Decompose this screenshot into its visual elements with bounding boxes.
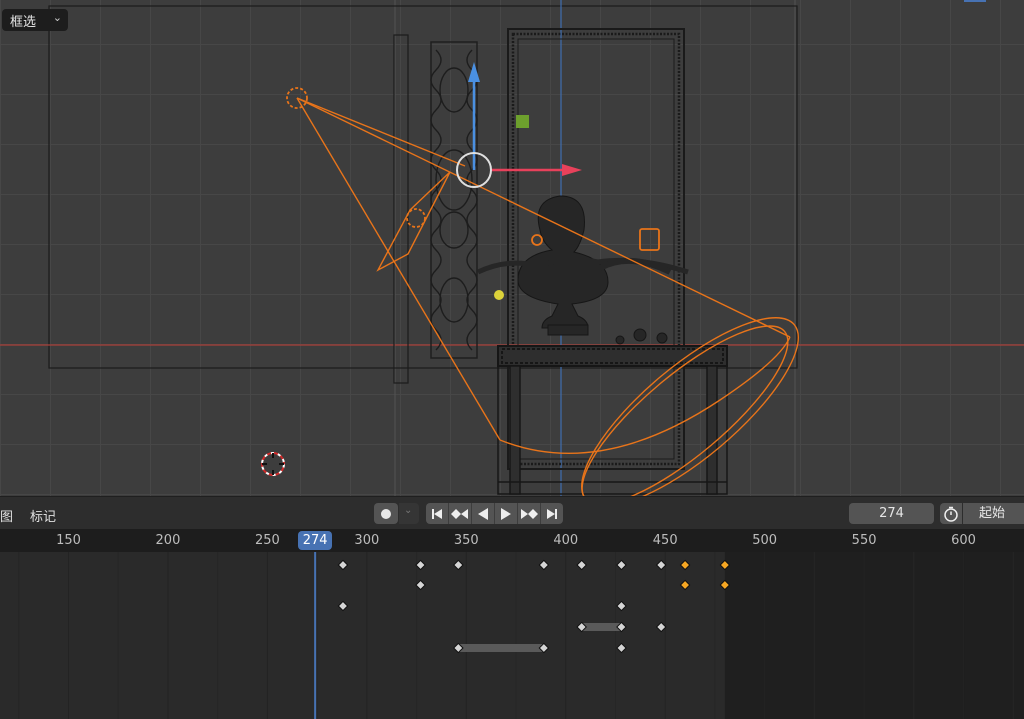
- chevron-down-icon: ⌄: [404, 505, 413, 516]
- current-frame-field[interactable]: 274: [849, 503, 934, 524]
- play-reverse-button[interactable]: [472, 503, 495, 524]
- ruler-tick-label: 450: [652, 533, 678, 548]
- jump-to-start-button[interactable]: [426, 503, 449, 524]
- playback-controls: [426, 503, 563, 524]
- blender-window: 框选 ⌄ 图 标记 ⌄ 274 起始 150 200 250 300 350 4…: [0, 0, 1024, 719]
- playhead-frame-label[interactable]: 274: [298, 531, 333, 550]
- keyframe: [655, 559, 667, 571]
- keyframe: [616, 559, 627, 571]
- ornate-column: [430, 41, 478, 359]
- keyframe: [538, 559, 550, 571]
- next-keyframe-button[interactable]: [518, 503, 541, 524]
- ruler-tick-label: 550: [851, 533, 877, 548]
- play-reverse-icon: [478, 507, 488, 520]
- previous-keyframe-button[interactable]: [449, 503, 472, 524]
- timeline-header: 图 标记 ⌄ 274 起始: [0, 496, 1024, 529]
- play-icon: [501, 507, 511, 520]
- out-of-range-region: [724, 552, 1024, 719]
- select-mode-dropdown[interactable]: 框选 ⌄: [2, 9, 68, 31]
- jump-to-start-icon: [432, 508, 442, 519]
- ruler-tick-label: 150: [56, 533, 81, 548]
- menu-view[interactable]: 图: [0, 506, 13, 525]
- keyframe-selected: [679, 579, 691, 591]
- menu-marker[interactable]: 标记: [30, 506, 56, 525]
- previous-keyframe-icon: [451, 508, 468, 519]
- keyframe-area[interactable]: [0, 552, 1024, 719]
- keyframe-selected: [679, 559, 691, 571]
- keyframe-canvas[interactable]: [0, 552, 1024, 719]
- jump-to-end-button[interactable]: [541, 503, 563, 524]
- keyframe: [337, 559, 349, 571]
- top-accent-bar: [964, 0, 986, 2]
- hold-bar: [581, 623, 622, 631]
- chevron-down-icon: ⌄: [52, 11, 62, 24]
- ruler-tick-label: 300: [354, 533, 380, 548]
- frame-ruler[interactable]: 150 200 250 300 350 400 450 500 550 600 …: [0, 529, 1024, 552]
- jump-to-end-icon: [547, 508, 557, 519]
- z-axis-arrow-icon: [468, 62, 480, 82]
- keyframe: [616, 600, 627, 612]
- start-frame-label[interactable]: 起始: [963, 503, 1024, 524]
- ruler-tick-label: 250: [254, 533, 280, 548]
- stopwatch-icon: [944, 506, 958, 522]
- use-preview-range-button[interactable]: [940, 503, 962, 524]
- ruler-tick-label: 600: [951, 533, 976, 548]
- next-keyframe-icon: [521, 508, 538, 519]
- keyframe: [655, 621, 667, 633]
- keyframe: [415, 559, 426, 571]
- ruler-tick-label: 400: [553, 533, 579, 548]
- play-button[interactable]: [495, 503, 518, 524]
- selected-object-green: [516, 115, 529, 128]
- bust-sculpture: [476, 195, 689, 345]
- keyframe: [415, 579, 426, 591]
- ruler-tick-label: 500: [752, 533, 778, 548]
- auto-keying-options-button[interactable]: ⌄: [399, 503, 419, 524]
- viewport-scene[interactable]: [0, 0, 1024, 496]
- light-dot: [494, 290, 504, 300]
- record-icon: [381, 509, 391, 519]
- 3d-viewport[interactable]: 框选 ⌄: [0, 0, 1024, 496]
- ruler-tick-label: 350: [453, 533, 479, 548]
- keyframe: [453, 559, 464, 571]
- hold-bar: [458, 644, 544, 652]
- keyframe: [616, 642, 627, 654]
- 3d-cursor-icon: [261, 452, 285, 476]
- keyframe: [576, 559, 587, 571]
- auto-keying-button[interactable]: [374, 503, 398, 524]
- x-axis-arrow-icon: [562, 164, 582, 176]
- select-mode-label: 框选: [10, 14, 37, 30]
- keyframe: [337, 600, 349, 612]
- ruler-tick-label: 200: [155, 533, 181, 548]
